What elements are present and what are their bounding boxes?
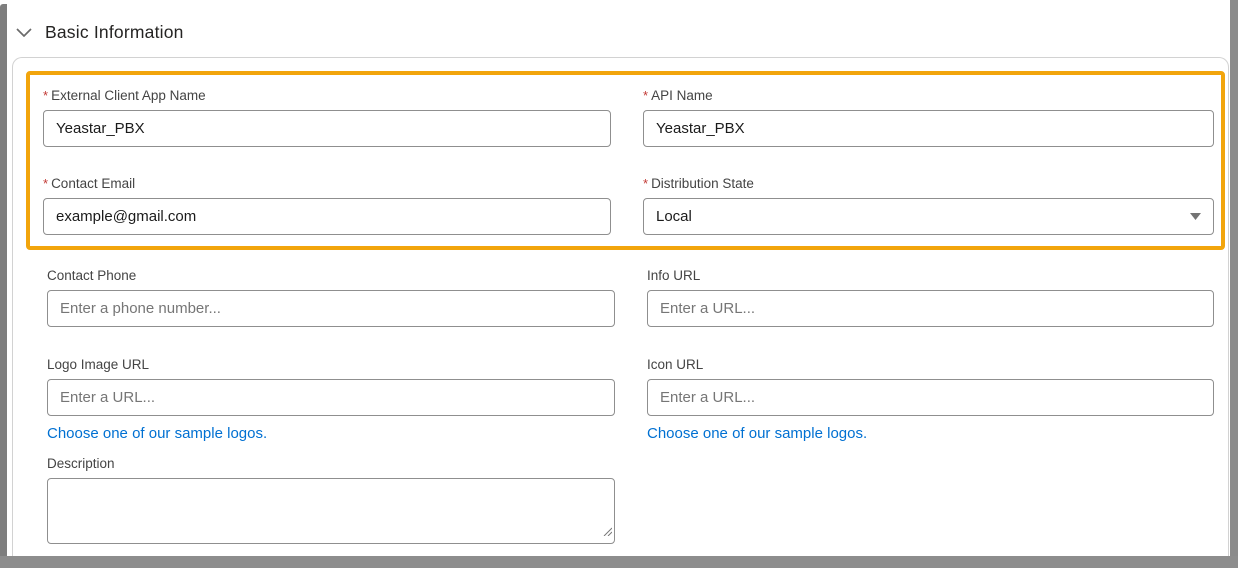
contact-email-input[interactable] <box>43 198 611 235</box>
field-contact-email: * Contact Email <box>43 175 611 235</box>
contact-email-label: * Contact Email <box>43 175 611 192</box>
external-client-app-name-label: * External Client App Name <box>43 87 611 104</box>
field-external-client-app-name: * External Client App Name <box>43 87 611 147</box>
external-client-app-name-input[interactable] <box>43 110 611 147</box>
distribution-state-value: Local <box>656 208 692 225</box>
distribution-state-label: * Distribution State <box>643 175 1214 192</box>
required-asterisk: * <box>643 87 648 104</box>
field-info-url: Info URL <box>647 267 1214 327</box>
basic-information-panel: * External Client App Name * API Name * … <box>12 57 1229 556</box>
icon-url-input[interactable] <box>647 379 1214 416</box>
required-asterisk: * <box>43 87 48 104</box>
icon-sample-logos-link[interactable]: Choose one of our sample logos. <box>647 425 867 442</box>
required-asterisk: * <box>43 175 48 192</box>
field-description: Description <box>47 455 1214 544</box>
api-name-input[interactable] <box>643 110 1214 147</box>
logo-sample-logos-link[interactable]: Choose one of our sample logos. <box>47 425 267 442</box>
dropdown-caret-icon <box>1190 213 1201 220</box>
window-edge-left <box>0 4 7 568</box>
logo-image-url-input[interactable] <box>47 379 615 416</box>
section-title: Basic Information <box>45 22 184 43</box>
field-icon-url: Icon URL Choose one of our sample logos. <box>647 356 1214 442</box>
chevron-down-icon[interactable] <box>14 26 34 39</box>
section-header: Basic Information <box>14 22 184 43</box>
required-asterisk: * <box>643 175 648 192</box>
contact-phone-input[interactable] <box>47 290 615 327</box>
icon-url-label: Icon URL <box>647 356 1214 373</box>
window-edge-right <box>1230 0 1238 568</box>
description-textarea[interactable] <box>47 478 615 544</box>
logo-image-url-label: Logo Image URL <box>47 356 615 373</box>
distribution-state-select[interactable]: Local <box>643 198 1214 235</box>
field-logo-image-url: Logo Image URL Choose one of our sample … <box>47 356 615 442</box>
contact-phone-label: Contact Phone <box>47 267 615 284</box>
api-name-label: * API Name <box>643 87 1214 104</box>
window-edge-bottom <box>0 556 1238 568</box>
info-url-label: Info URL <box>647 267 1214 284</box>
info-url-input[interactable] <box>647 290 1214 327</box>
field-contact-phone: Contact Phone <box>47 267 615 327</box>
highlight-box: * External Client App Name * API Name * … <box>26 71 1225 250</box>
field-api-name: * API Name <box>643 87 1214 147</box>
field-distribution-state: * Distribution State Local <box>643 175 1214 235</box>
description-label: Description <box>47 455 1214 472</box>
